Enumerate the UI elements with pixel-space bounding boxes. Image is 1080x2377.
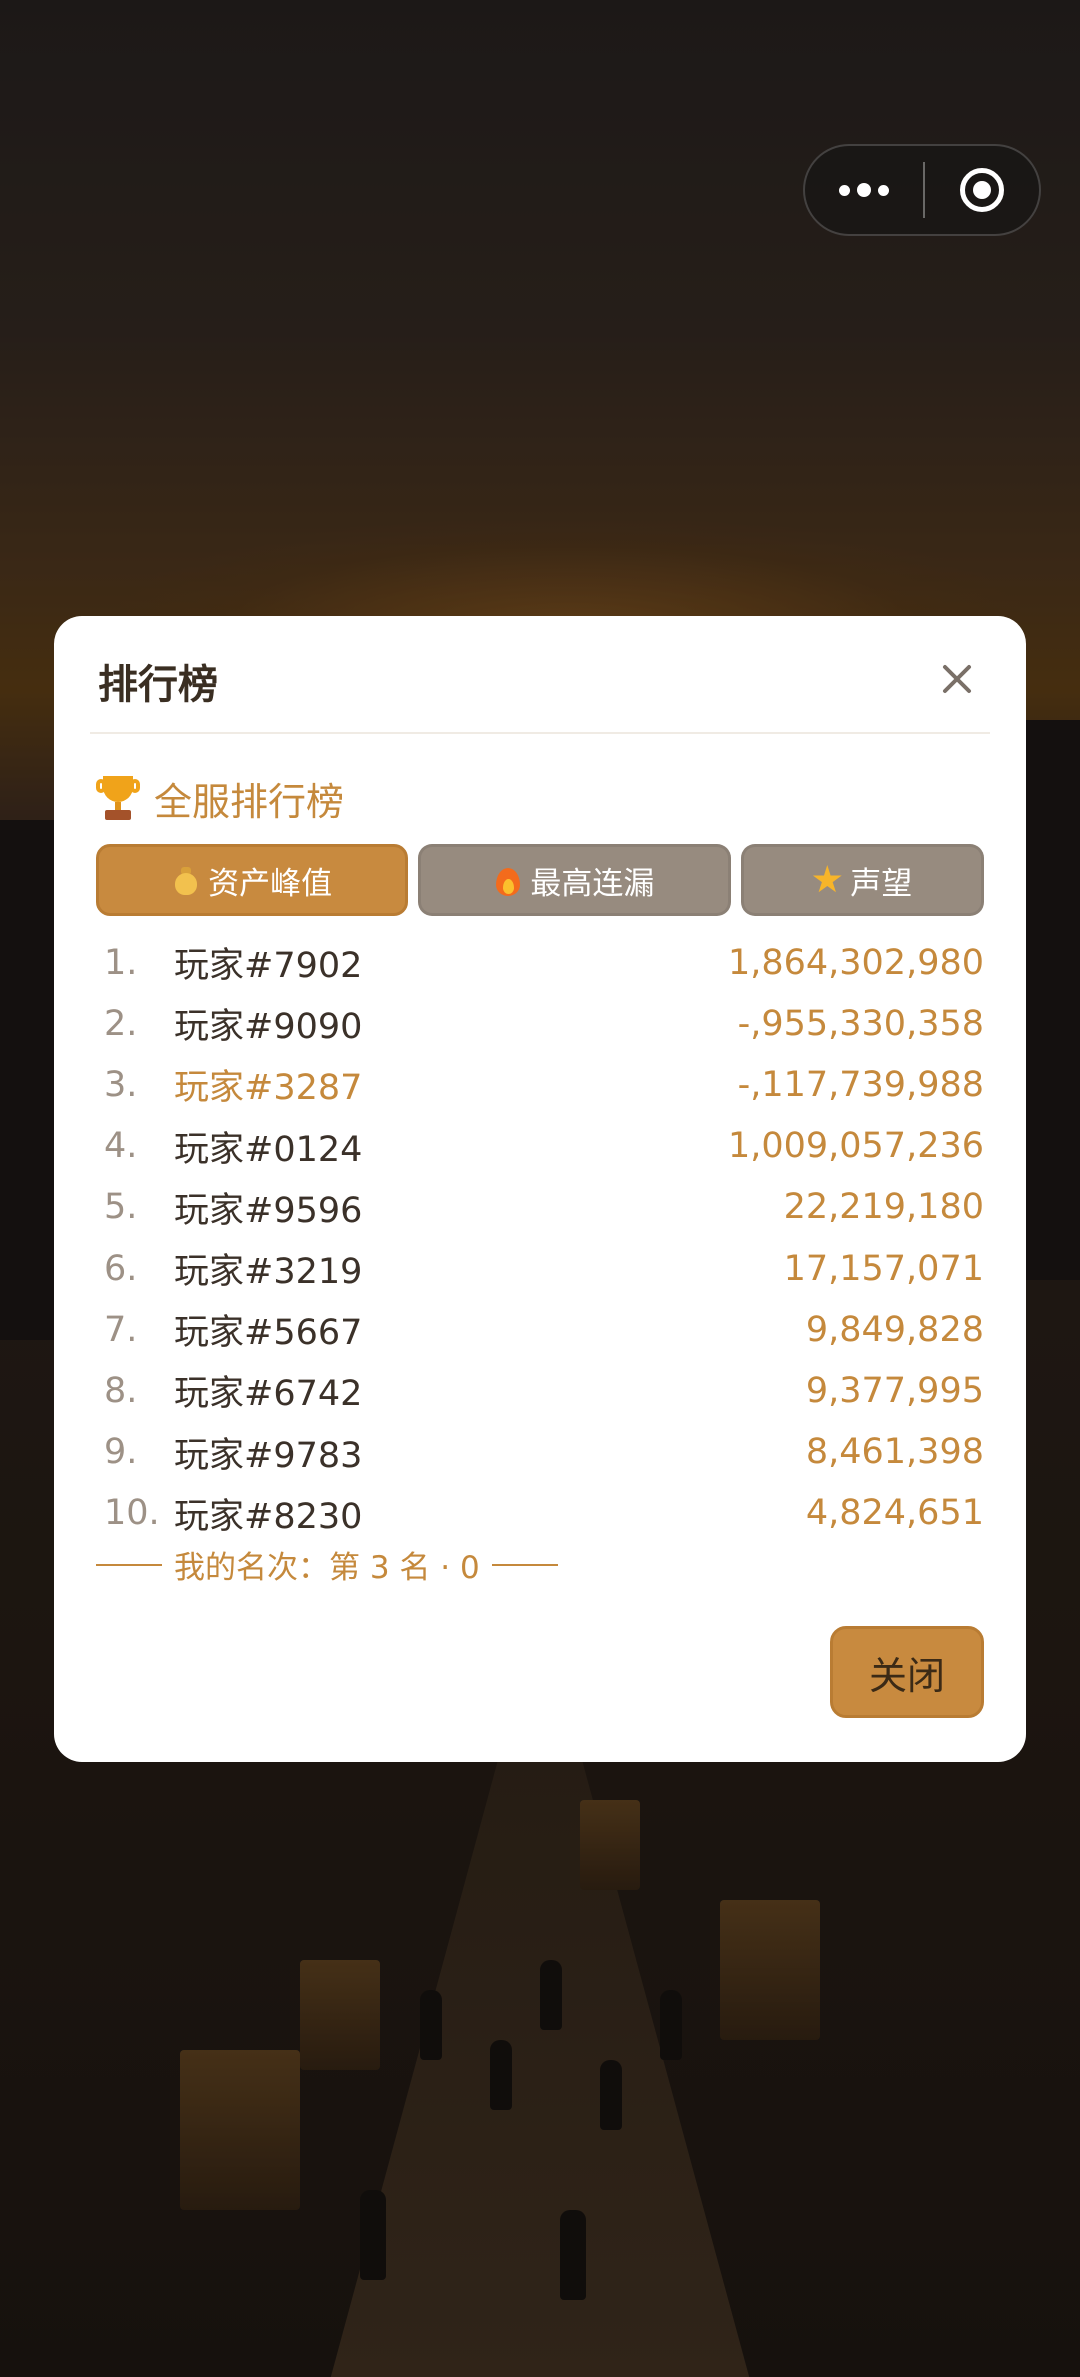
ranking-row: 6. 玩家#3219 17,157,071 [104,1238,984,1299]
player-name: 玩家#6742 [174,1374,363,1415]
rank-number: 3. [104,1064,138,1105]
my-rank-text: 我的名次：第 3 名 · 0 [174,1550,480,1586]
player-score: 8,461,398 [805,1432,984,1473]
tab-reputation[interactable]: 声望 [740,844,984,916]
rank-number: 10. [104,1493,160,1534]
ranking-row: 7. 玩家#5667 9,849,828 [104,1299,984,1360]
rank-number: 1. [104,942,138,983]
player-score: 9,377,995 [805,1370,984,1411]
rank-number: 6. [104,1248,138,1289]
tab-asset-peak[interactable]: 资产峰值 [96,844,409,916]
star-icon [812,865,842,893]
decorative-line [491,1563,558,1566]
player-name: 玩家#0124 [174,1129,363,1170]
tab-label: 声望 [850,865,913,902]
player-score: 22,219,180 [783,1187,984,1228]
ranking-row: 2. 玩家#9090 -,955,330,358 [104,993,984,1054]
leaderboard-modal: 排行榜 全服排行榜 资产峰值 最高连漏 声望 1. 玩家#7902 1,864,… [54,616,1026,1762]
ranking-row: 1. 玩家#7902 1,864,302,980 [104,932,984,993]
board-title: 全服排行榜 [154,780,345,824]
player-name: 玩家#7902 [174,946,363,987]
trophy-icon [96,774,140,824]
target-circle-icon[interactable] [925,146,1039,234]
tab-label: 最高连漏 [530,865,655,902]
player-score: -,117,739,988 [737,1064,984,1105]
player-name: 玩家#9783 [174,1435,363,1476]
rank-number: 9. [104,1432,138,1473]
ranking-row-current-player: 3. 玩家#3287 -,117,739,988 [104,1054,984,1115]
player-name: 玩家#3219 [174,1252,363,1293]
close-icon[interactable] [934,656,980,702]
player-name: 玩家#3287 [174,1068,363,1109]
player-score: 4,824,651 [805,1493,984,1534]
player-name: 玩家#9090 [174,1007,363,1048]
ranking-row: 10. 玩家#8230 4,824,651 [104,1483,984,1544]
ranking-row: 9. 玩家#9783 8,461,398 [104,1422,984,1483]
player-name: 玩家#9596 [174,1190,363,1231]
close-button[interactable]: 关闭 [830,1626,984,1718]
money-bag-icon [172,865,200,895]
rank-number: 8. [104,1370,138,1411]
ranking-row: 4. 玩家#0124 1,009,057,236 [104,1116,984,1177]
player-score: 17,157,071 [783,1248,984,1289]
rank-number: 5. [104,1187,138,1228]
player-score: 1,864,302,980 [727,942,984,983]
board-heading: 全服排行榜 [96,771,344,826]
my-rank-summary: 我的名次：第 3 名 · 0 [96,1542,558,1587]
rank-number: 2. [104,1003,138,1044]
modal-title: 排行榜 [98,662,218,708]
mini-program-capsule [803,144,1041,236]
category-tabs: 资产峰值 最高连漏 声望 [96,844,984,916]
player-name: 玩家#8230 [174,1496,363,1537]
rank-number: 7. [104,1309,138,1350]
player-name: 玩家#5667 [174,1313,363,1354]
tab-label: 资产峰值 [208,865,333,902]
player-score: -,955,330,358 [737,1003,984,1044]
more-dots-icon[interactable] [805,146,923,234]
tab-max-streak[interactable]: 最高连漏 [418,844,731,916]
ranking-list: 1. 玩家#7902 1,864,302,980 2. 玩家#9090 -,95… [104,932,984,1544]
rank-number: 4. [104,1126,138,1167]
header-divider [90,732,990,734]
player-score: 9,849,828 [805,1309,984,1350]
decorative-line [96,1563,162,1566]
ranking-row: 8. 玩家#6742 9,377,995 [104,1360,984,1421]
ranking-row: 5. 玩家#9596 22,219,180 [104,1177,984,1238]
fire-icon [494,864,522,896]
player-score: 1,009,057,236 [727,1126,984,1167]
